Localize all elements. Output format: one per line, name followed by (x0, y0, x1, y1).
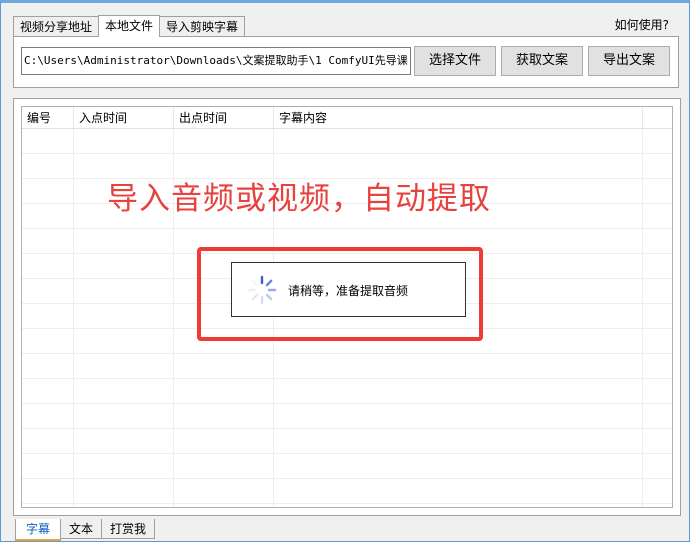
export-text-button[interactable]: 导出文案 (588, 46, 670, 76)
fetch-text-button[interactable]: 获取文案 (501, 46, 583, 76)
tab-subtitles[interactable]: 字幕 (15, 519, 62, 541)
app-window: 视频分享地址 本地文件 导入剪映字幕 如何使用? C:\Users\Admini… (0, 0, 690, 542)
tab-local-file[interactable]: 本地文件 (98, 15, 161, 37)
annotation-text: 导入音频或视频，自动提取 (107, 181, 491, 217)
file-select-panel: C:\Users\Administrator\Downloads\文案提取助手\… (13, 36, 679, 88)
top-tab-bar: 视频分享地址 本地文件 导入剪映字幕 (13, 15, 246, 37)
column-header-in-time[interactable]: 入点时间 (74, 107, 174, 129)
progress-dialog: 请稍等，准备提取音频 (231, 262, 466, 317)
column-header-filler (643, 107, 672, 129)
tab-import-jianying-subtitles[interactable]: 导入剪映字幕 (159, 16, 246, 36)
select-file-button[interactable]: 选择文件 (414, 46, 496, 76)
progress-message: 请稍等，准备提取音频 (288, 284, 409, 298)
column-header-out-time[interactable]: 出点时间 (174, 107, 274, 129)
help-link[interactable]: 如何使用? (615, 16, 669, 33)
loading-spinner-icon (247, 275, 277, 305)
column-header-subtitle-content[interactable]: 字幕内容 (274, 107, 643, 129)
tab-video-share-url[interactable]: 视频分享地址 (13, 16, 100, 36)
column-header-index[interactable]: 编号 (22, 107, 74, 129)
bottom-tab-bar: 字幕 文本 打赏我 (15, 519, 156, 541)
tab-text[interactable]: 文本 (60, 519, 103, 539)
file-path-input[interactable]: C:\Users\Administrator\Downloads\文案提取助手\… (21, 47, 411, 75)
tab-donate[interactable]: 打赏我 (101, 519, 156, 539)
